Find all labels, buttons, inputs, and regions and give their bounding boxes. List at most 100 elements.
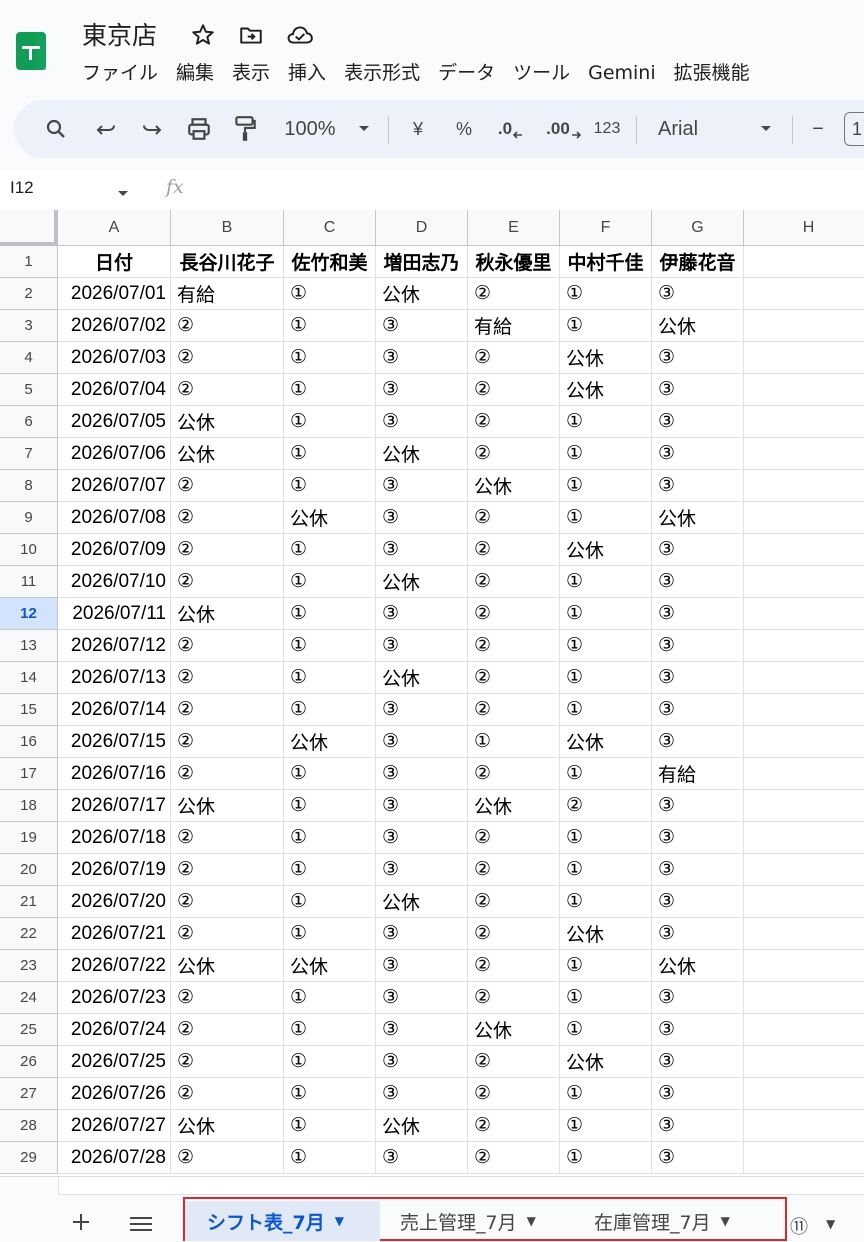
shift-cell[interactable] xyxy=(744,374,864,406)
shift-cell[interactable]: ① xyxy=(284,1046,376,1078)
column-header-b[interactable]: B xyxy=(171,210,284,246)
column-header-a[interactable]: A xyxy=(58,210,171,246)
date-cell[interactable]: 2026/07/12 xyxy=(58,630,171,662)
shift-cell[interactable]: ① xyxy=(284,822,376,854)
header-cell[interactable]: 伊藤花音 xyxy=(652,246,744,278)
shift-cell[interactable]: ① xyxy=(560,598,652,630)
menu-data[interactable]: データ xyxy=(429,60,504,86)
increase-decimal-button[interactable]: .00 xyxy=(544,114,584,144)
row-header[interactable]: 12 xyxy=(0,598,58,630)
shift-cell[interactable] xyxy=(744,438,864,470)
shift-cell[interactable] xyxy=(744,950,864,982)
shift-cell[interactable]: ② xyxy=(468,438,560,470)
shift-cell[interactable]: ③ xyxy=(652,1110,744,1142)
date-cell[interactable]: 2026/07/16 xyxy=(58,758,171,790)
row-header[interactable]: 11 xyxy=(0,566,58,598)
date-cell[interactable]: 2026/07/20 xyxy=(58,886,171,918)
shift-cell[interactable]: ② xyxy=(468,918,560,950)
shift-cell[interactable]: ② xyxy=(171,822,284,854)
shift-cell[interactable]: ② xyxy=(468,982,560,1014)
shift-cell[interactable]: 公休 xyxy=(376,1110,468,1142)
shift-cell[interactable]: ② xyxy=(468,886,560,918)
shift-cell[interactable]: 公休 xyxy=(284,502,376,534)
decrease-decimal-button[interactable]: .0 xyxy=(494,114,528,144)
shift-cell[interactable]: 公休 xyxy=(468,470,560,502)
shift-cell[interactable]: 公休 xyxy=(171,950,284,982)
shift-cell[interactable] xyxy=(744,1142,864,1174)
shift-cell[interactable]: ③ xyxy=(376,854,468,886)
shift-cell[interactable] xyxy=(744,790,864,822)
row-header[interactable]: 4 xyxy=(0,342,58,374)
zoom-value[interactable]: 100% xyxy=(280,114,340,144)
shift-cell[interactable] xyxy=(744,598,864,630)
menu-edit[interactable]: 編集 xyxy=(167,60,223,86)
search-icon[interactable] xyxy=(42,114,70,144)
column-header-g[interactable]: G xyxy=(652,210,744,246)
shift-cell[interactable] xyxy=(744,470,864,502)
date-cell[interactable]: 2026/07/02 xyxy=(58,310,171,342)
shift-cell[interactable]: ② xyxy=(468,502,560,534)
header-cell[interactable]: 秋永優里 xyxy=(468,246,560,278)
row-header[interactable]: 20 xyxy=(0,854,58,886)
shift-cell[interactable]: ① xyxy=(284,406,376,438)
shift-cell[interactable]: ② xyxy=(171,694,284,726)
shift-cell[interactable] xyxy=(744,854,864,886)
shift-cell[interactable]: ③ xyxy=(652,854,744,886)
shift-cell[interactable]: ③ xyxy=(652,790,744,822)
redo-icon[interactable] xyxy=(138,114,166,144)
shift-cell[interactable]: 有給 xyxy=(171,278,284,310)
shift-cell[interactable]: ② xyxy=(171,886,284,918)
sheet-tab-inventory[interactable]: 在庫管理_7月 ▼ xyxy=(594,1201,764,1241)
shift-cell[interactable]: ① xyxy=(560,982,652,1014)
undo-icon[interactable] xyxy=(92,114,120,144)
tab-dropdown-icon[interactable]: ▼ xyxy=(721,1214,730,1228)
row-header[interactable]: 7 xyxy=(0,438,58,470)
shift-cell[interactable]: ③ xyxy=(652,342,744,374)
shift-cell[interactable]: ① xyxy=(560,886,652,918)
shift-cell[interactable]: ② xyxy=(468,278,560,310)
shift-cell[interactable]: ③ xyxy=(376,758,468,790)
shift-cell[interactable]: ② xyxy=(171,566,284,598)
shift-cell[interactable]: ① xyxy=(284,310,376,342)
menu-tools[interactable]: ツール xyxy=(504,60,579,86)
shift-cell[interactable]: ① xyxy=(560,1142,652,1174)
date-cell[interactable]: 2026/07/27 xyxy=(58,1110,171,1142)
select-all-corner[interactable] xyxy=(0,210,58,246)
shift-cell[interactable]: ③ xyxy=(376,310,468,342)
shift-cell[interactable]: ② xyxy=(171,662,284,694)
shift-cell[interactable]: ③ xyxy=(376,598,468,630)
shift-cell[interactable]: ① xyxy=(284,758,376,790)
date-cell[interactable]: 2026/07/11 xyxy=(58,598,171,630)
date-cell[interactable]: 2026/07/21 xyxy=(58,918,171,950)
shift-cell[interactable]: ③ xyxy=(652,886,744,918)
print-icon[interactable] xyxy=(184,114,214,144)
menu-gemini[interactable]: Gemini xyxy=(579,60,665,86)
shift-cell[interactable]: ② xyxy=(560,790,652,822)
shift-cell[interactable]: ① xyxy=(284,1078,376,1110)
shift-cell[interactable] xyxy=(744,694,864,726)
shift-cell[interactable]: ③ xyxy=(376,822,468,854)
currency-format-button[interactable]: ¥ xyxy=(406,114,430,144)
shift-cell[interactable]: ① xyxy=(560,438,652,470)
shift-cell[interactable] xyxy=(744,822,864,854)
shift-cell[interactable]: 公休 xyxy=(171,790,284,822)
shift-cell[interactable]: ① xyxy=(284,918,376,950)
row-header[interactable]: 9 xyxy=(0,502,58,534)
shift-cell[interactable] xyxy=(744,758,864,790)
row-header[interactable]: 14 xyxy=(0,662,58,694)
shift-cell[interactable]: ② xyxy=(171,374,284,406)
shift-cell[interactable]: ① xyxy=(284,278,376,310)
shift-cell[interactable]: 公休 xyxy=(560,726,652,758)
shift-cell[interactable]: ② xyxy=(171,1046,284,1078)
shift-cell[interactable]: ① xyxy=(284,1110,376,1142)
shift-cell[interactable]: ① xyxy=(468,726,560,758)
tab-dropdown-icon[interactable]: ▼ xyxy=(527,1214,536,1228)
name-box-dropdown-icon[interactable] xyxy=(116,184,130,203)
date-cell[interactable]: 2026/07/26 xyxy=(58,1078,171,1110)
shift-cell[interactable]: 公休 xyxy=(171,598,284,630)
shift-cell[interactable]: ③ xyxy=(376,406,468,438)
date-cell[interactable]: 2026/07/06 xyxy=(58,438,171,470)
shift-cell[interactable]: ③ xyxy=(652,598,744,630)
column-header-d[interactable]: D xyxy=(376,210,468,246)
shift-cell[interactable]: ② xyxy=(171,310,284,342)
